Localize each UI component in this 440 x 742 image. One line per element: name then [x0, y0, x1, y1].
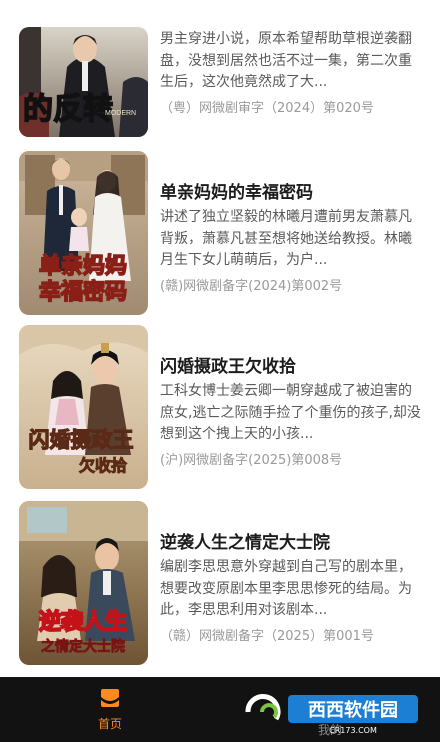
drama-description: 男主穿进小说，原本希望帮助草根逆袭翻盘，没想到居然也活不过一集，第二次重生后，这… [160, 31, 412, 90]
poster-title-line1: 闪婚摄政王 [29, 427, 134, 452]
list-item[interactable]: 的反转 MODERN 男主穿进小说，原本希望帮助草根逆袭翻盘，没想到居然也活不过… [0, 0, 440, 137]
home-icon [101, 689, 119, 707]
watermark-url-text: CR173.COM [329, 726, 377, 735]
poster-title-line1: 单亲妈妈 [39, 253, 127, 279]
drama-poster[interactable]: 闪婚摄政王 欠收拾 [19, 325, 148, 489]
drama-description: 编剧李思思意外穿越到自己写的剧本里，想要改变原剧本里李思思惨死的结局。为此，李思… [160, 559, 412, 618]
drama-description: 工科女博士姜云卿一朝穿越成了被迫害的庶女,逃亡之际随手捡了个重伤的孩子,却没想到… [160, 383, 421, 442]
poster-title-line1: 逆袭人生 [39, 609, 127, 635]
drama-registration: (沪)网微剧备字(2025)第008号 [160, 453, 343, 468]
drama-registration: （粤）网微剧审字（2024）第020号 [160, 101, 374, 116]
list-item[interactable]: 逆袭人生 之情定大士院 逆袭人生之情定大士院 编剧李思思意外穿越到自己写的剧本里… [0, 501, 440, 665]
drama-registration: (赣)网微剧备字(2024)第002号 [160, 279, 343, 294]
drama-title[interactable]: 逆袭人生之情定大士院 [160, 528, 330, 553]
drama-description: 讲述了独立坚毅的林曦月遭前男友萧慕凡背叛，萧慕凡甚至想将她送给教授。林曦月生下女… [160, 209, 412, 268]
poster-title-text: 的反转 [23, 92, 113, 127]
drama-title[interactable]: 闪婚摄政王欠收拾 [160, 352, 296, 377]
drama-registration: （赣）网微剧备字（2025）第001号 [160, 629, 374, 644]
tab-home[interactable]: 首页 [90, 687, 130, 737]
poster-image-4: 逆袭人生 之情定大士院 [19, 501, 148, 665]
poster-title-line2: 欠收拾 [79, 456, 127, 475]
poster-title-line2: 之情定大士院 [41, 638, 125, 655]
watermark-logo-text: 西西软件园 [308, 699, 398, 721]
list-item[interactable]: 闪婚摄政王 欠收拾 闪婚摄政王欠收拾 工科女博士姜云卿一朝穿越成了被迫害的庶女,… [0, 325, 440, 489]
drama-poster[interactable]: 的反转 MODERN [19, 27, 148, 137]
poster-image-2: 单亲妈妈 幸福密码 [19, 151, 148, 315]
list-item[interactable]: 单亲妈妈 幸福密码 单亲妈妈的幸福密码 讲述了独立坚毅的林曦月遭前男友萧慕凡背叛… [0, 151, 440, 315]
poster-image-1: 的反转 MODERN [19, 27, 148, 137]
poster-small-text: MODERN [105, 110, 136, 117]
poster-image-3: 闪婚摄政王 欠收拾 [19, 325, 148, 489]
drama-list: 的反转 MODERN 男主穿进小说，原本希望帮助草根逆袭翻盘，没想到居然也活不过… [0, 0, 440, 677]
drama-title[interactable]: 单亲妈妈的幸福密码 [160, 178, 313, 203]
drama-poster[interactable]: 逆袭人生 之情定大士院 [19, 501, 148, 665]
tab-home-label: 首页 [97, 717, 122, 731]
poster-title-line2: 幸福密码 [39, 279, 127, 305]
watermark-logo: 西西软件园 CR173.COM [245, 694, 418, 735]
drama-poster[interactable]: 单亲妈妈 幸福密码 [19, 151, 148, 315]
